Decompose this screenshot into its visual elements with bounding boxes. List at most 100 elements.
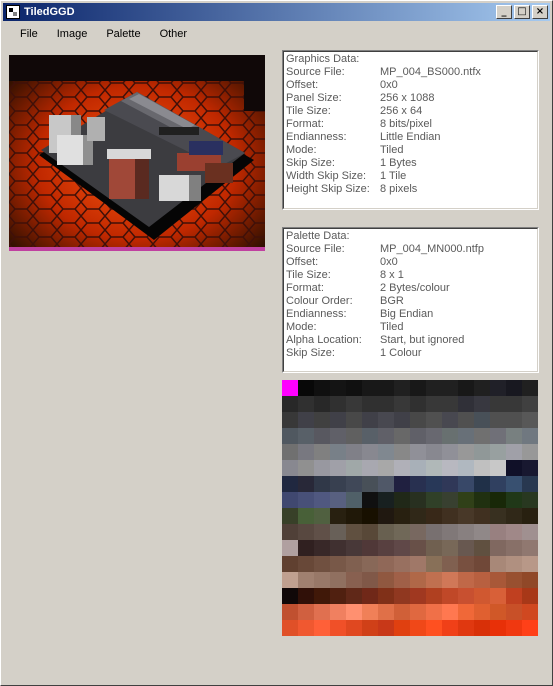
palette-swatch[interactable] — [490, 492, 506, 508]
palette-swatch[interactable] — [410, 604, 426, 620]
palette-swatch[interactable] — [378, 540, 394, 556]
palette-swatch[interactable] — [474, 508, 490, 524]
palette-swatch[interactable] — [474, 572, 490, 588]
palette-swatch[interactable] — [298, 476, 314, 492]
palette-swatch[interactable] — [490, 572, 506, 588]
palette-swatch[interactable] — [410, 492, 426, 508]
palette-swatch[interactable] — [506, 428, 522, 444]
palette-swatch[interactable] — [426, 428, 442, 444]
palette-swatch[interactable] — [490, 380, 506, 396]
palette-swatch[interactable] — [282, 620, 298, 636]
palette-swatch[interactable] — [506, 524, 522, 540]
palette-swatch[interactable] — [378, 460, 394, 476]
palette-swatch[interactable] — [330, 508, 346, 524]
menu-image[interactable]: Image — [48, 28, 97, 40]
palette-swatch[interactable] — [522, 556, 538, 572]
palette-swatch[interactable] — [282, 444, 298, 460]
palette-swatch[interactable] — [298, 556, 314, 572]
palette-swatch[interactable] — [298, 572, 314, 588]
palette-swatch[interactable] — [506, 380, 522, 396]
palette-swatch[interactable] — [378, 508, 394, 524]
palette-swatch[interactable] — [442, 476, 458, 492]
palette-swatch[interactable] — [442, 460, 458, 476]
palette-swatch[interactable] — [314, 396, 330, 412]
palette-swatch[interactable] — [282, 556, 298, 572]
palette-swatch[interactable] — [282, 572, 298, 588]
palette-swatch[interactable] — [314, 540, 330, 556]
palette-swatch[interactable] — [474, 476, 490, 492]
palette-swatch[interactable] — [330, 588, 346, 604]
palette-swatch[interactable] — [490, 460, 506, 476]
palette-swatch[interactable] — [298, 588, 314, 604]
palette-swatch[interactable] — [394, 380, 410, 396]
palette-swatch[interactable] — [314, 508, 330, 524]
palette-swatch[interactable] — [282, 524, 298, 540]
palette-swatch[interactable] — [394, 620, 410, 636]
palette-swatch[interactable] — [378, 380, 394, 396]
palette-swatch[interactable] — [490, 524, 506, 540]
palette-swatch[interactable] — [394, 476, 410, 492]
palette-swatch[interactable] — [394, 540, 410, 556]
palette-swatch[interactable] — [362, 572, 378, 588]
palette-swatch[interactable] — [282, 412, 298, 428]
palette-swatch[interactable] — [506, 460, 522, 476]
palette-swatch[interactable] — [346, 428, 362, 444]
palette-swatch[interactable] — [458, 620, 474, 636]
palette-swatch[interactable] — [458, 460, 474, 476]
palette-swatch[interactable] — [474, 460, 490, 476]
palette-swatch[interactable] — [346, 460, 362, 476]
palette-swatch[interactable] — [522, 396, 538, 412]
palette-swatch[interactable] — [298, 508, 314, 524]
palette-swatch[interactable] — [490, 428, 506, 444]
palette-swatch[interactable] — [490, 412, 506, 428]
palette-swatch[interactable] — [426, 604, 442, 620]
palette-swatch[interactable] — [522, 508, 538, 524]
palette-swatch[interactable] — [474, 444, 490, 460]
palette-swatch[interactable] — [346, 620, 362, 636]
palette-swatch[interactable] — [330, 444, 346, 460]
palette-swatch[interactable] — [282, 508, 298, 524]
palette-swatch[interactable] — [330, 572, 346, 588]
palette-swatch[interactable] — [426, 412, 442, 428]
palette-swatch[interactable] — [506, 412, 522, 428]
palette-swatch[interactable] — [378, 572, 394, 588]
palette-swatch[interactable] — [298, 380, 314, 396]
palette-swatch[interactable] — [506, 476, 522, 492]
palette-swatch[interactable] — [362, 428, 378, 444]
palette-swatch[interactable] — [378, 444, 394, 460]
palette-swatch[interactable] — [442, 524, 458, 540]
palette-swatch[interactable] — [282, 604, 298, 620]
palette-swatch[interactable] — [506, 508, 522, 524]
palette-swatch[interactable] — [394, 412, 410, 428]
palette-swatch[interactable] — [362, 396, 378, 412]
palette-swatch[interactable] — [442, 588, 458, 604]
palette-swatch[interactable] — [282, 460, 298, 476]
palette-swatch[interactable] — [458, 476, 474, 492]
palette-swatch[interactable] — [410, 396, 426, 412]
palette-swatch[interactable] — [410, 428, 426, 444]
palette-swatch[interactable] — [490, 396, 506, 412]
palette-swatch[interactable] — [362, 588, 378, 604]
palette-swatch[interactable] — [474, 588, 490, 604]
palette-swatch[interactable] — [314, 412, 330, 428]
palette-swatch[interactable] — [314, 524, 330, 540]
palette-swatch[interactable] — [426, 508, 442, 524]
palette-swatch[interactable] — [282, 492, 298, 508]
palette-swatch[interactable] — [314, 476, 330, 492]
palette-swatch[interactable] — [442, 572, 458, 588]
palette-swatch[interactable] — [522, 524, 538, 540]
palette-swatch[interactable] — [298, 620, 314, 636]
palette-swatch[interactable] — [522, 492, 538, 508]
palette-swatch[interactable] — [458, 444, 474, 460]
palette-swatch[interactable] — [506, 588, 522, 604]
palette-swatch[interactable] — [506, 396, 522, 412]
palette-swatch[interactable] — [410, 476, 426, 492]
palette-swatch[interactable] — [298, 444, 314, 460]
palette-swatch[interactable] — [490, 444, 506, 460]
palette-swatch[interactable] — [522, 380, 538, 396]
palette-swatch[interactable] — [474, 524, 490, 540]
palette-swatch[interactable] — [490, 604, 506, 620]
palette-swatch[interactable] — [346, 412, 362, 428]
palette-swatch[interactable] — [506, 572, 522, 588]
palette-swatch[interactable] — [506, 604, 522, 620]
